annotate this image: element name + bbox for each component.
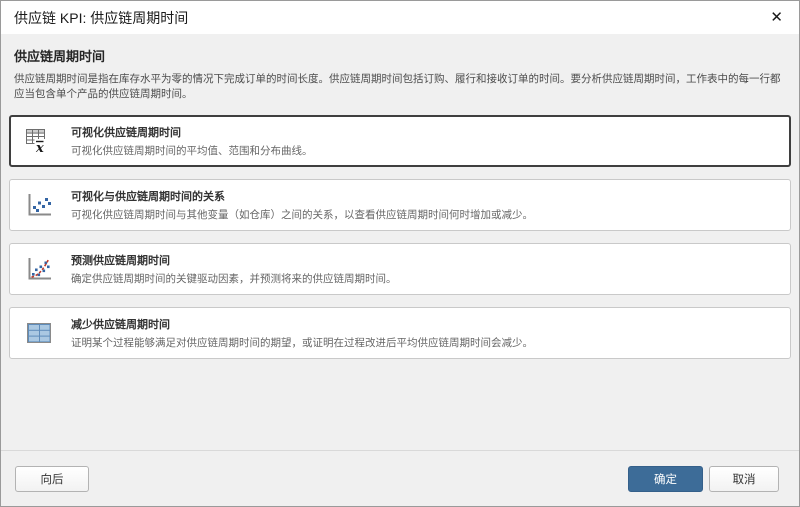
option-card-visualize[interactable]: x 可视化供应链周期时间 可视化供应链周期时间的平均值、范围和分布曲线。 xyxy=(9,115,791,167)
option-description: 确定供应链周期时间的关键驱动因素，并预测将来的供应链周期时间。 xyxy=(71,271,397,286)
option-title: 预测供应链周期时间 xyxy=(71,252,397,268)
ok-button[interactable]: 确定 xyxy=(628,466,703,492)
option-description: 可视化供应链周期时间的平均值、范围和分布曲线。 xyxy=(71,143,313,158)
svg-text:x: x xyxy=(35,141,44,156)
scatter-plot-icon xyxy=(24,190,54,220)
footer-action-buttons: 确定 取消 xyxy=(628,466,779,492)
dialog-footer: 向后 确定 取消 xyxy=(1,450,799,506)
option-list: x 可视化供应链周期时间 可视化供应链周期时间的平均值、范围和分布曲线。 xyxy=(9,115,791,359)
option-description: 证明某个过程能够满足对供应链周期时间的期望，或证明在过程改进后平均供应链周期时间… xyxy=(71,335,533,350)
fit-curve-icon xyxy=(24,254,54,284)
blue-table-icon xyxy=(24,318,54,348)
option-card-predict[interactable]: 预测供应链周期时间 确定供应链周期时间的关键驱动因素，并预测将来的供应链周期时间… xyxy=(9,243,791,295)
intro-text: 供应链周期时间是指在库存水平为零的情况下完成订单的时间长度。供应链周期时间包括订… xyxy=(14,72,786,102)
dialog-window: 供应链 KPI: 供应链周期时间 ✕ 供应链周期时间 供应链周期时间是指在库存水… xyxy=(0,0,800,507)
dialog-content: 供应链周期时间 供应链周期时间是指在库存水平为零的情况下完成订单的时间长度。供应… xyxy=(1,34,799,450)
titlebar: 供应链 KPI: 供应链周期时间 ✕ xyxy=(1,1,799,34)
back-button[interactable]: 向后 xyxy=(15,466,89,492)
option-title: 可视化与供应链周期时间的关系 xyxy=(71,188,533,204)
option-title: 减少供应链周期时间 xyxy=(71,316,533,332)
table-mean-icon: x xyxy=(24,126,54,156)
section-heading: 供应链周期时间 xyxy=(14,46,786,65)
option-description: 可视化供应链周期时间与其他变量（如仓库）之间的关系，以查看供应链周期时间何时增加… xyxy=(71,207,533,222)
close-icon[interactable]: ✕ xyxy=(766,8,787,27)
option-title: 可视化供应链周期时间 xyxy=(71,124,313,140)
option-card-reduce[interactable]: 减少供应链周期时间 证明某个过程能够满足对供应链周期时间的期望，或证明在过程改进… xyxy=(9,307,791,359)
option-card-relationships[interactable]: 可视化与供应链周期时间的关系 可视化供应链周期时间与其他变量（如仓库）之间的关系… xyxy=(9,179,791,231)
cancel-button[interactable]: 取消 xyxy=(709,466,779,492)
window-title: 供应链 KPI: 供应链周期时间 xyxy=(14,8,188,28)
